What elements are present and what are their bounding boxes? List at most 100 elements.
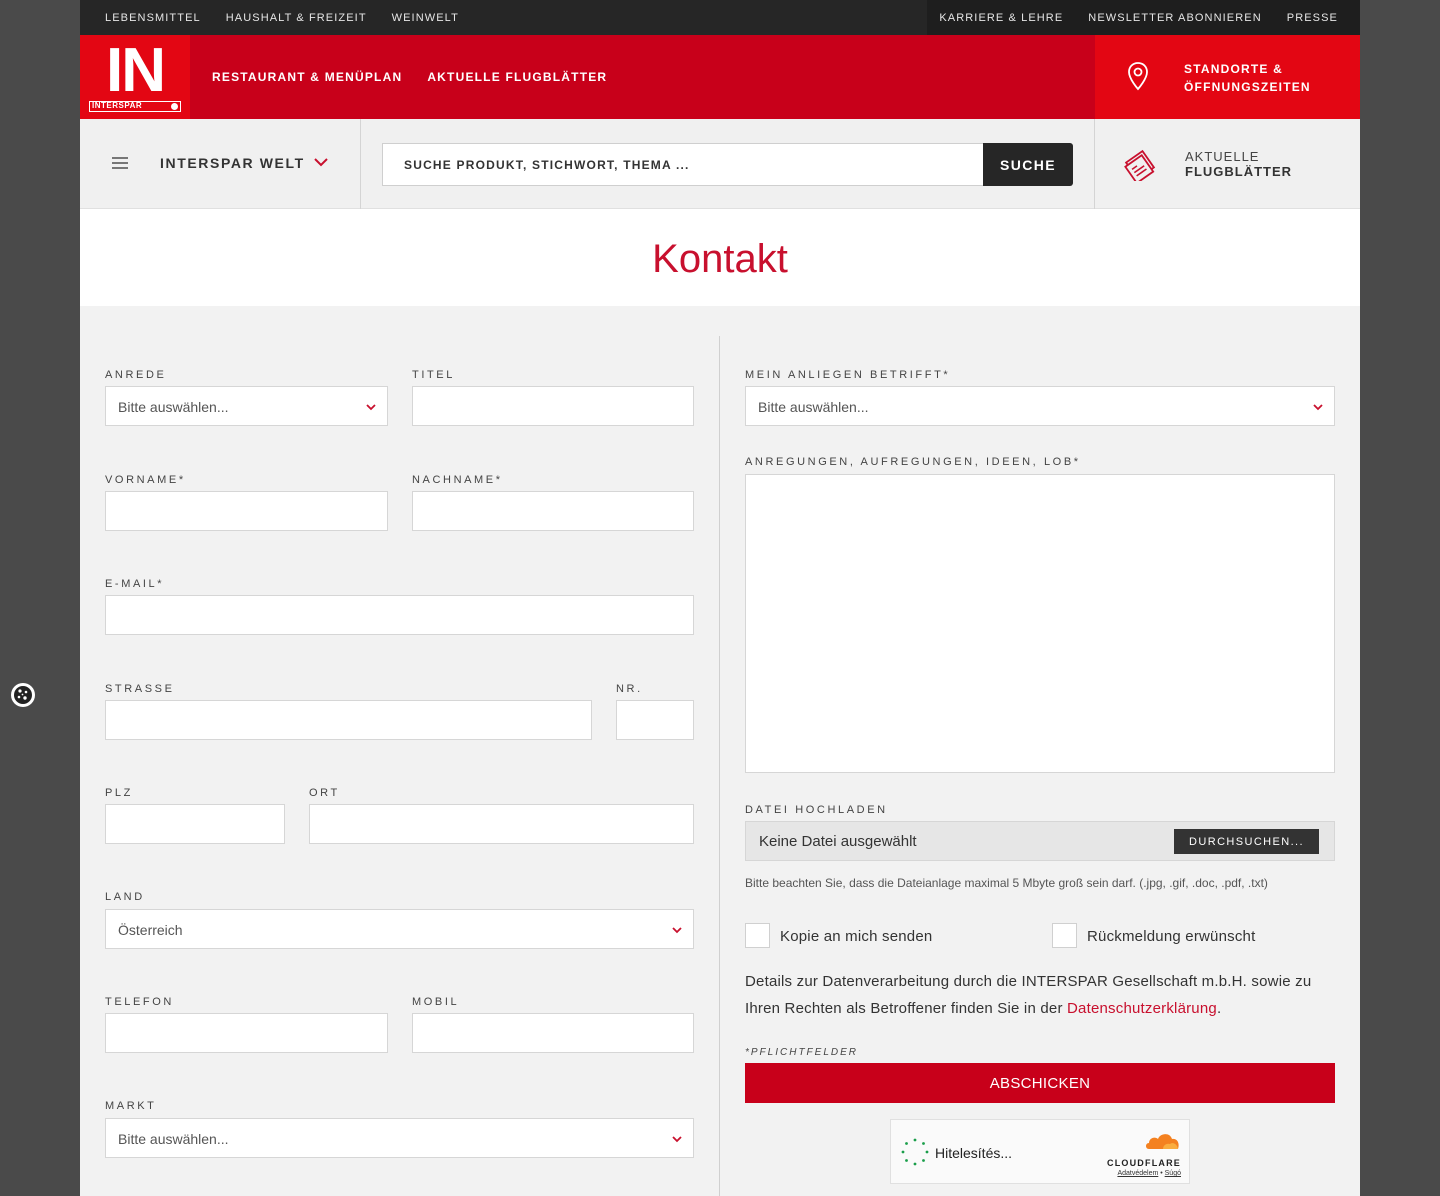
search-field: [382, 143, 983, 186]
kopie-label: Kopie an mich senden: [780, 928, 933, 945]
privacy-text: Details zur Datenverarbeitung durch die …: [745, 973, 1312, 1017]
top-bar-right-links: KARRIERE & LEHRE NEWSLETTER ABONNIEREN P…: [927, 0, 1360, 35]
strasse-input[interactable]: [106, 701, 591, 739]
rueckmeldung-checkbox[interactable]: [1052, 923, 1077, 948]
anliegen-value: Bitte auswählen...: [758, 399, 869, 415]
vorname-label: VORNAME*: [105, 474, 186, 486]
search-button[interactable]: SUCHE: [983, 143, 1073, 186]
privacy-notice: Details zur Datenverarbeitung durch die …: [745, 968, 1345, 1022]
land-label: LAND: [105, 891, 145, 903]
privacy-end: .: [1216, 1000, 1222, 1017]
loading-spinner-icon: [901, 1138, 929, 1166]
anrede-label: ANREDE: [105, 369, 167, 381]
nav-restaurant[interactable]: RESTAURANT & MENÜPLAN: [212, 70, 402, 84]
upload-label: DATEI HOCHLADEN: [745, 804, 888, 816]
land-select[interactable]: Österreich: [105, 909, 694, 949]
submit-button[interactable]: ABSCHICKEN: [745, 1063, 1335, 1103]
standorte-line-1: STANDORTE &: [1184, 62, 1283, 76]
flyer-icon: [1124, 149, 1156, 181]
chevron-down-icon: [366, 404, 376, 411]
chevron-down-icon: [314, 158, 328, 167]
ort-field: [309, 804, 694, 844]
browse-button[interactable]: DURCHSUCHEN...: [1174, 829, 1319, 854]
plz-input[interactable]: [106, 805, 284, 843]
upload-status: Keine Datei ausgewählt: [759, 833, 917, 850]
top-link-presse[interactable]: PRESSE: [1287, 12, 1338, 24]
captcha-help-link[interactable]: Súgó: [1165, 1170, 1181, 1177]
captcha-status: Hitelesítés...: [935, 1145, 1013, 1161]
telefon-input[interactable]: [106, 1014, 387, 1052]
logo-spar-icon: [171, 102, 178, 110]
logo-subtext-box: INTERSPAR: [89, 100, 181, 112]
captcha-links: Adatvédelem • Súgó: [1107, 1170, 1181, 1177]
sub-header: INTERSPAR WELT SUCHE AKTUELLE FLUGBLÄTTE…: [80, 119, 1360, 209]
nachricht-label: ANREGUNGEN, AUFREGUNGEN, IDEEN, LOB*: [745, 456, 1081, 468]
chevron-down-icon: [1313, 404, 1323, 411]
top-bar: LEBENSMITTEL HAUSHALT & FREIZEIT WEINWEL…: [80, 0, 1360, 35]
header-nav: RESTAURANT & MENÜPLAN AKTUELLE FLUGBLÄTT…: [212, 35, 607, 119]
anliegen-select[interactable]: Bitte auswählen...: [745, 386, 1335, 426]
menu-label: INTERSPAR WELT: [160, 155, 305, 171]
chevron-down-icon: [672, 1136, 682, 1143]
cloud-icon: [1146, 1134, 1179, 1149]
chevron-down-icon: [672, 927, 682, 934]
email-field: [105, 595, 694, 635]
nr-field: [616, 700, 694, 740]
plz-field: [105, 804, 285, 844]
top-bar-left-links: LEBENSMITTEL HAUSHALT & FREIZEIT WEINWEL…: [105, 0, 459, 35]
telefon-label: TELEFON: [105, 996, 174, 1008]
telefon-field: [105, 1013, 388, 1053]
main-header: IN INTERSPAR RESTAURANT & MENÜPLAN AKTUE…: [80, 35, 1360, 119]
mobil-field: [412, 1013, 694, 1053]
interspar-welt-menu[interactable]: INTERSPAR WELT: [80, 119, 361, 209]
top-link-lebensmittel[interactable]: LEBENSMITTEL: [105, 12, 201, 24]
markt-select[interactable]: Bitte auswählen...: [105, 1118, 694, 1158]
strasse-field: [105, 700, 592, 740]
land-value: Österreich: [118, 922, 183, 938]
mobil-input[interactable]: [413, 1014, 693, 1052]
markt-value: Bitte auswählen...: [118, 1131, 229, 1147]
anrede-value: Bitte auswählen...: [118, 399, 229, 415]
flyer-label-1: AKTUELLE: [1185, 149, 1260, 164]
email-input[interactable]: [106, 596, 693, 634]
top-link-haushalt-freizeit[interactable]: HAUSHALT & FREIZEIT: [226, 12, 367, 24]
vorname-input[interactable]: [106, 492, 387, 530]
flyer-label-2: FLUGBLÄTTER: [1185, 164, 1293, 179]
vorname-field: [105, 491, 388, 531]
interspar-logo[interactable]: IN INTERSPAR: [80, 35, 190, 119]
cloudflare-captcha[interactable]: Hitelesítés... CLOUDFLARE Adatvédelem • …: [890, 1119, 1190, 1184]
nav-flugblaetter[interactable]: AKTUELLE FLUGBLÄTTER: [427, 70, 607, 84]
page-title: Kontakt: [652, 237, 788, 281]
nachname-label: NACHNAME*: [412, 474, 503, 486]
nr-label: NR.: [616, 683, 643, 695]
standorte-button[interactable]: STANDORTE & ÖFFNUNGSZEITEN: [1095, 35, 1360, 119]
logo-letters: IN: [106, 35, 166, 105]
nachricht-textarea[interactable]: [745, 474, 1335, 773]
strasse-label: STRASSE: [105, 683, 175, 695]
search-input[interactable]: [383, 144, 983, 185]
column-divider: [719, 336, 720, 1196]
cookie-icon[interactable]: [10, 682, 36, 708]
top-link-karriere[interactable]: KARRIERE & LEHRE: [939, 12, 1063, 24]
page: LEBENSMITTEL HAUSHALT & FREIZEIT WEINWEL…: [80, 0, 1360, 1196]
ort-input[interactable]: [310, 805, 693, 843]
logo-subtext: INTERSPAR: [92, 101, 143, 110]
nr-input[interactable]: [617, 701, 693, 739]
privacy-link[interactable]: Datenschutzerklärung: [1067, 1000, 1217, 1017]
standorte-line-2: ÖFFNUNGSZEITEN: [1184, 80, 1311, 94]
nachname-input[interactable]: [413, 492, 693, 530]
titel-field: [412, 386, 694, 426]
title-section: Kontakt: [80, 209, 1360, 306]
captcha-privacy-link[interactable]: Adatvédelem: [1117, 1170, 1158, 1177]
titel-input[interactable]: [413, 387, 693, 425]
top-link-weinwelt[interactable]: WEINWELT: [392, 12, 459, 24]
flugblaetter-link[interactable]: AKTUELLE FLUGBLÄTTER: [1094, 119, 1360, 209]
file-upload: Keine Datei ausgewählt DURCHSUCHEN...: [745, 821, 1335, 861]
hamburger-menu-icon: [112, 157, 128, 169]
top-link-newsletter[interactable]: NEWSLETTER ABONNIEREN: [1088, 12, 1261, 24]
anliegen-label: MEIN ANLIEGEN BETRIFFT*: [745, 369, 951, 381]
kopie-checkbox[interactable]: [745, 923, 770, 948]
anrede-select[interactable]: Bitte auswählen...: [105, 386, 388, 426]
nachname-field: [412, 491, 694, 531]
titel-label: TITEL: [412, 369, 455, 381]
